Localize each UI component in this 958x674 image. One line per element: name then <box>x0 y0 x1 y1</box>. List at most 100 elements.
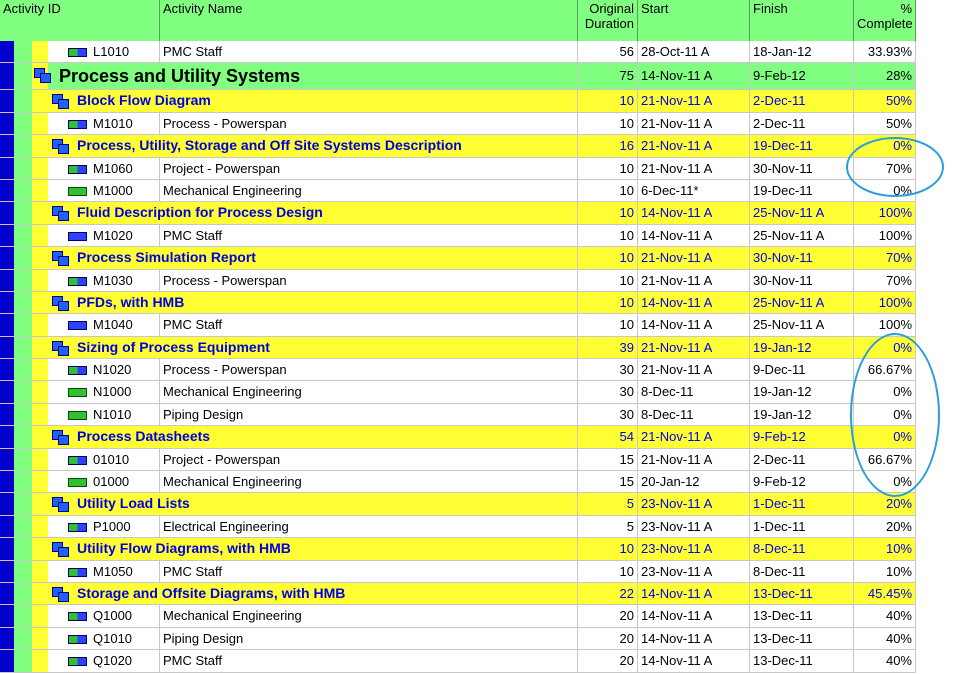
cell-dur: 20 <box>578 627 638 650</box>
activity-row[interactable]: M1030 Process - Powerspan 10 21-Nov-11 A 30-… <box>0 269 916 292</box>
activity-id: N1000 <box>90 381 160 403</box>
activity-row[interactable]: 01010 Project - Powerspan 15 21-Nov-11 A 2-D… <box>0 448 916 472</box>
cell-start: 28-Oct-11 A <box>638 41 750 63</box>
col-percent-complete[interactable]: % Complete <box>854 0 916 41</box>
activity-icon <box>68 567 87 577</box>
wbs-icon <box>52 139 69 155</box>
activity-id: N1010 <box>90 403 160 426</box>
activity-name: PMC Staff <box>160 224 578 247</box>
activity-row[interactable]: Q1000 Mechanical Engineering 20 14-Nov-11 A… <box>0 605 916 628</box>
activity-row[interactable]: N1020 Process - Powerspan 30 21-Nov-11 A 9-D… <box>0 359 916 382</box>
activity-id: P1000 <box>90 515 160 538</box>
indent-bar-blue <box>0 112 14 135</box>
wbs-row[interactable]: Process and Utility Systems 75 14-Nov-11 A… <box>0 63 916 91</box>
cell-finish: 19-Jan-12 <box>750 403 854 426</box>
cell-start: 21-Nov-11 A <box>638 157 750 179</box>
activity-id: Q1000 <box>90 605 160 627</box>
indent-bar-green <box>14 471 32 493</box>
activity-name: Process - Powerspan <box>160 112 578 135</box>
indent-bar-green <box>14 247 32 269</box>
cell-start: 21-Nov-11 A <box>638 112 750 135</box>
activity-row[interactable]: P1000 Electrical Engineering 5 23-Nov-11 A1… <box>0 515 916 539</box>
cell-dur: 10 <box>578 560 638 582</box>
activity-row[interactable]: M1000 Mechanical Engineering 10 6-Dec-11* 19… <box>0 179 916 203</box>
col-activity-id[interactable]: Activity ID <box>0 0 160 41</box>
cell-pct: 10% <box>854 538 916 560</box>
cell-start: 14-Nov-11 A <box>638 202 750 224</box>
wbs-row[interactable]: Sizing of Process Equipment 39 21-Nov-11 A… <box>0 336 916 360</box>
indent-bar-yel <box>32 582 48 605</box>
cell-dur: 5 <box>578 515 638 538</box>
activity-name: Mechanical Engineering <box>160 605 578 627</box>
cell-dur: 16 <box>578 135 638 157</box>
activity-row[interactable]: Q1010 Piping Design 20 14-Nov-11 A 13-Dec-11… <box>0 627 916 651</box>
cell-pct: 50% <box>854 112 916 135</box>
activity-row[interactable]: Q1020 PMC Staff 20 14-Nov-11 A 13-Dec-11 40% <box>0 650 916 673</box>
activity-row[interactable]: N1000 Mechanical Engineering 30 8-Dec-11 19-… <box>0 381 916 404</box>
wbs-row[interactable]: Fluid Description for Process Design 10 14… <box>0 202 916 225</box>
wbs-row[interactable]: Utility Flow Diagrams, with HMB 10 23-Nov-… <box>0 538 916 561</box>
cell-finish: 25-Nov-11 A <box>750 314 854 336</box>
activity-icon <box>68 522 87 532</box>
cell-start: 14-Nov-11 A <box>638 224 750 247</box>
indent-bar-green <box>14 403 32 426</box>
cell-dur: 10 <box>578 224 638 247</box>
activity-name: Project - Powerspan <box>160 157 578 179</box>
cell-finish: 1-Dec-11 <box>750 493 854 515</box>
indent-bar-yel <box>32 291 48 314</box>
activity-id: M1040 <box>90 314 160 336</box>
indent-bar-blue <box>0 202 14 224</box>
activity-id: M1030 <box>90 269 160 291</box>
indent-bar-yel <box>32 403 48 426</box>
activity-row[interactable]: M1010 Process - Powerspan 10 21-Nov-11 A 2-D… <box>0 112 916 136</box>
wbs-row[interactable]: Process Datasheets 54 21-Nov-11 A 9-Feb-12 0… <box>0 426 916 449</box>
col-activity-name[interactable]: Activity Name <box>160 0 578 41</box>
wbs-row[interactable]: Storage and Offsite Diagrams, with HMB 22… <box>0 582 916 606</box>
indent-bar-yel <box>32 247 48 269</box>
col-finish[interactable]: Finish <box>750 0 854 41</box>
col-original-duration[interactable]: Original Duration <box>578 0 638 41</box>
activity-icon <box>68 478 87 488</box>
activity-row[interactable]: M1050 PMC Staff 10 23-Nov-11 A 8-Dec-11 10% <box>0 560 916 583</box>
indent-bar-blue <box>0 135 14 157</box>
activity-row[interactable]: L1010 PMC Staff 56 28-Oct-11 A 18-Jan-12 33.9… <box>0 41 916 64</box>
wbs-row[interactable]: Utility Load Lists 5 23-Nov-11 A 1-Dec-11 20… <box>0 493 916 516</box>
indent-bar-green <box>14 179 32 202</box>
wbs-row[interactable]: Process, Utility, Storage and Off Site S… <box>0 135 916 158</box>
activity-row[interactable]: M1040 PMC Staff 10 14-Nov-11 A 25-Nov-11 A 10… <box>0 314 916 337</box>
cell-finish: 25-Nov-11 A <box>750 224 854 247</box>
cell-dur: 10 <box>578 202 638 224</box>
cell-dur: 10 <box>578 247 638 269</box>
cell-dur: 10 <box>578 291 638 314</box>
cell-finish: 8-Dec-11 <box>750 538 854 560</box>
activity-row[interactable]: M1020 PMC Staff 10 14-Nov-11 A 25-Nov-11 A 10… <box>0 224 916 248</box>
cell-start: 14-Nov-11 A <box>638 582 750 605</box>
activity-row[interactable]: N1010 Piping Design 30 8-Dec-11 19-Jan-12 0% <box>0 403 916 427</box>
col-start[interactable]: Start <box>638 0 750 41</box>
wbs-row[interactable]: Process Simulation Report 10 21-Nov-11 A 30… <box>0 247 916 270</box>
cell-start: 21-Nov-11 A <box>638 359 750 381</box>
cell-pct: 0% <box>854 471 916 493</box>
wbs-row[interactable]: PFDs, with HMB 10 14-Nov-11 A 25-Nov-11 A 10… <box>0 291 916 315</box>
wbs-icon <box>52 251 69 267</box>
activity-id: Q1010 <box>90 627 160 650</box>
indent-bar-yel <box>32 426 48 448</box>
indent-bar-yel <box>32 538 48 560</box>
cell-start: 21-Nov-11 A <box>638 448 750 471</box>
indent-bar-yel <box>32 179 48 202</box>
cell-dur: 39 <box>578 336 638 359</box>
activity-id: M1010 <box>90 112 160 135</box>
cell-finish: 13-Dec-11 <box>750 650 854 672</box>
wbs-row[interactable]: Block Flow Diagram 10 21-Nov-11 A 2-Dec-11 5… <box>0 90 916 113</box>
activity-row[interactable]: 01000 Mechanical Engineering 15 20-Jan-12 9-… <box>0 471 916 494</box>
indent-bar-green <box>14 560 32 582</box>
cell-dur: 10 <box>578 90 638 112</box>
activity-row[interactable]: M1060 Project - Powerspan 10 21-Nov-11 A 30-… <box>0 157 916 180</box>
activity-icon <box>68 634 87 644</box>
indent-bar-yel <box>32 157 48 179</box>
indent-bar-blue <box>0 471 14 493</box>
cell-finish: 30-Nov-11 <box>750 269 854 291</box>
cell-start: 14-Nov-11 A <box>638 650 750 672</box>
wbs-name: Process Simulation Report <box>74 247 578 269</box>
indent-bar-green <box>14 605 32 627</box>
